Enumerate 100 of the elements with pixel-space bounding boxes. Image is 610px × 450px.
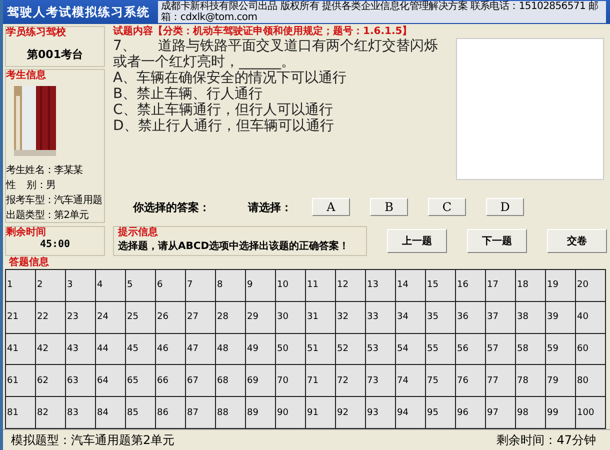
- answer-cell[interactable]: 3: [66, 270, 96, 302]
- answer-cell[interactable]: 18: [516, 270, 546, 302]
- nav-button[interactable]: 上一题: [387, 229, 447, 253]
- option-button[interactable]: C: [428, 198, 466, 216]
- answer-cell[interactable]: 57: [486, 334, 516, 366]
- answer-cell[interactable]: 79: [546, 365, 576, 398]
- answer-cell[interactable]: 83: [66, 397, 96, 429]
- answer-cell[interactable]: 47: [186, 334, 216, 366]
- answer-cell[interactable]: 50: [276, 334, 306, 366]
- answer-cell[interactable]: 26: [156, 302, 186, 334]
- option-button[interactable]: B: [370, 198, 408, 216]
- answer-cell[interactable]: 81: [6, 397, 36, 429]
- answer-cell[interactable]: 36: [456, 302, 486, 334]
- answer-cell[interactable]: 78: [516, 365, 546, 398]
- answer-cell[interactable]: 11: [306, 270, 336, 302]
- answer-cell[interactable]: 51: [306, 334, 336, 366]
- answer-cell[interactable]: 65: [126, 365, 156, 398]
- answer-cell[interactable]: 43: [66, 334, 96, 366]
- answer-cell[interactable]: 98: [516, 397, 546, 429]
- answer-cell[interactable]: 90: [276, 397, 306, 429]
- answer-cell[interactable]: 24: [96, 302, 126, 334]
- answer-cell[interactable]: 96: [456, 397, 486, 429]
- answer-cell[interactable]: 21: [6, 302, 36, 334]
- answer-cell[interactable]: 56: [456, 334, 486, 366]
- answer-cell[interactable]: 2: [36, 270, 66, 302]
- answer-cell[interactable]: 15: [426, 270, 456, 302]
- answer-cell[interactable]: 42: [36, 334, 66, 366]
- answer-cell[interactable]: 71: [306, 365, 336, 398]
- answer-cell[interactable]: 31: [306, 302, 336, 334]
- answer-cell[interactable]: 77: [486, 365, 516, 398]
- answer-cell[interactable]: 80: [576, 365, 606, 398]
- answer-cell[interactable]: 76: [456, 365, 486, 398]
- answer-cell[interactable]: 53: [366, 334, 396, 366]
- answer-cell[interactable]: 52: [336, 334, 366, 366]
- answer-cell[interactable]: 9: [246, 270, 276, 302]
- option-button[interactable]: A: [312, 198, 350, 216]
- answer-cell[interactable]: 63: [66, 365, 96, 398]
- answer-cell[interactable]: 85: [126, 397, 156, 429]
- answer-cell[interactable]: 22: [36, 302, 66, 334]
- answer-cell[interactable]: 5: [126, 270, 156, 302]
- answer-cell[interactable]: 44: [96, 334, 126, 366]
- answer-cell[interactable]: 54: [396, 334, 426, 366]
- answer-cell[interactable]: 17: [486, 270, 516, 302]
- answer-cell[interactable]: 19: [546, 270, 576, 302]
- answer-cell[interactable]: 93: [366, 397, 396, 429]
- answer-cell[interactable]: 4: [96, 270, 126, 302]
- answer-cell[interactable]: 41: [6, 334, 36, 366]
- answer-cell[interactable]: 33: [366, 302, 396, 334]
- answer-cell[interactable]: 75: [426, 365, 456, 398]
- answer-cell[interactable]: 16: [456, 270, 486, 302]
- answer-cell[interactable]: 69: [246, 365, 276, 398]
- answer-cell[interactable]: 60: [576, 334, 606, 366]
- answer-cell[interactable]: 39: [546, 302, 576, 334]
- answer-cell[interactable]: 88: [216, 397, 246, 429]
- answer-cell[interactable]: 84: [96, 397, 126, 429]
- answer-cell[interactable]: 73: [366, 365, 396, 398]
- nav-button[interactable]: 下一题: [467, 229, 527, 253]
- answer-cell[interactable]: 30: [276, 302, 306, 334]
- answer-cell[interactable]: 46: [156, 334, 186, 366]
- answer-cell[interactable]: 95: [426, 397, 456, 429]
- answer-cell[interactable]: 87: [186, 397, 216, 429]
- answer-cell[interactable]: 91: [306, 397, 336, 429]
- answer-cell[interactable]: 64: [96, 365, 126, 398]
- answer-cell[interactable]: 55: [426, 334, 456, 366]
- answer-cell[interactable]: 7: [186, 270, 216, 302]
- answer-cell[interactable]: 8: [216, 270, 246, 302]
- answer-cell[interactable]: 68: [216, 365, 246, 398]
- answer-cell[interactable]: 99: [546, 397, 576, 429]
- answer-cell[interactable]: 34: [396, 302, 426, 334]
- answer-cell[interactable]: 70: [276, 365, 306, 398]
- answer-cell[interactable]: 10: [276, 270, 306, 302]
- nav-button[interactable]: 交卷: [547, 229, 607, 253]
- answer-cell[interactable]: 67: [186, 365, 216, 398]
- answer-cell[interactable]: 14: [396, 270, 426, 302]
- answer-cell[interactable]: 66: [156, 365, 186, 398]
- answer-cell[interactable]: 12: [336, 270, 366, 302]
- answer-cell[interactable]: 29: [246, 302, 276, 334]
- answer-cell[interactable]: 100: [576, 397, 606, 429]
- answer-cell[interactable]: 40: [576, 302, 606, 334]
- answer-cell[interactable]: 45: [126, 334, 156, 366]
- answer-cell[interactable]: 74: [396, 365, 426, 398]
- answer-cell[interactable]: 58: [516, 334, 546, 366]
- answer-cell[interactable]: 94: [396, 397, 426, 429]
- answer-cell[interactable]: 32: [336, 302, 366, 334]
- answer-cell[interactable]: 89: [246, 397, 276, 429]
- answer-cell[interactable]: 48: [216, 334, 246, 366]
- answer-cell[interactable]: 6: [156, 270, 186, 302]
- answer-cell[interactable]: 59: [546, 334, 576, 366]
- answer-cell[interactable]: 61: [6, 365, 36, 398]
- answer-cell[interactable]: 28: [216, 302, 246, 334]
- answer-cell[interactable]: 62: [36, 365, 66, 398]
- answer-cell[interactable]: 38: [516, 302, 546, 334]
- answer-cell[interactable]: 27: [186, 302, 216, 334]
- answer-cell[interactable]: 35: [426, 302, 456, 334]
- answer-cell[interactable]: 49: [246, 334, 276, 366]
- answer-cell[interactable]: 86: [156, 397, 186, 429]
- answer-cell[interactable]: 97: [486, 397, 516, 429]
- answer-cell[interactable]: 37: [486, 302, 516, 334]
- answer-cell[interactable]: 23: [66, 302, 96, 334]
- answer-cell[interactable]: 1: [6, 270, 36, 302]
